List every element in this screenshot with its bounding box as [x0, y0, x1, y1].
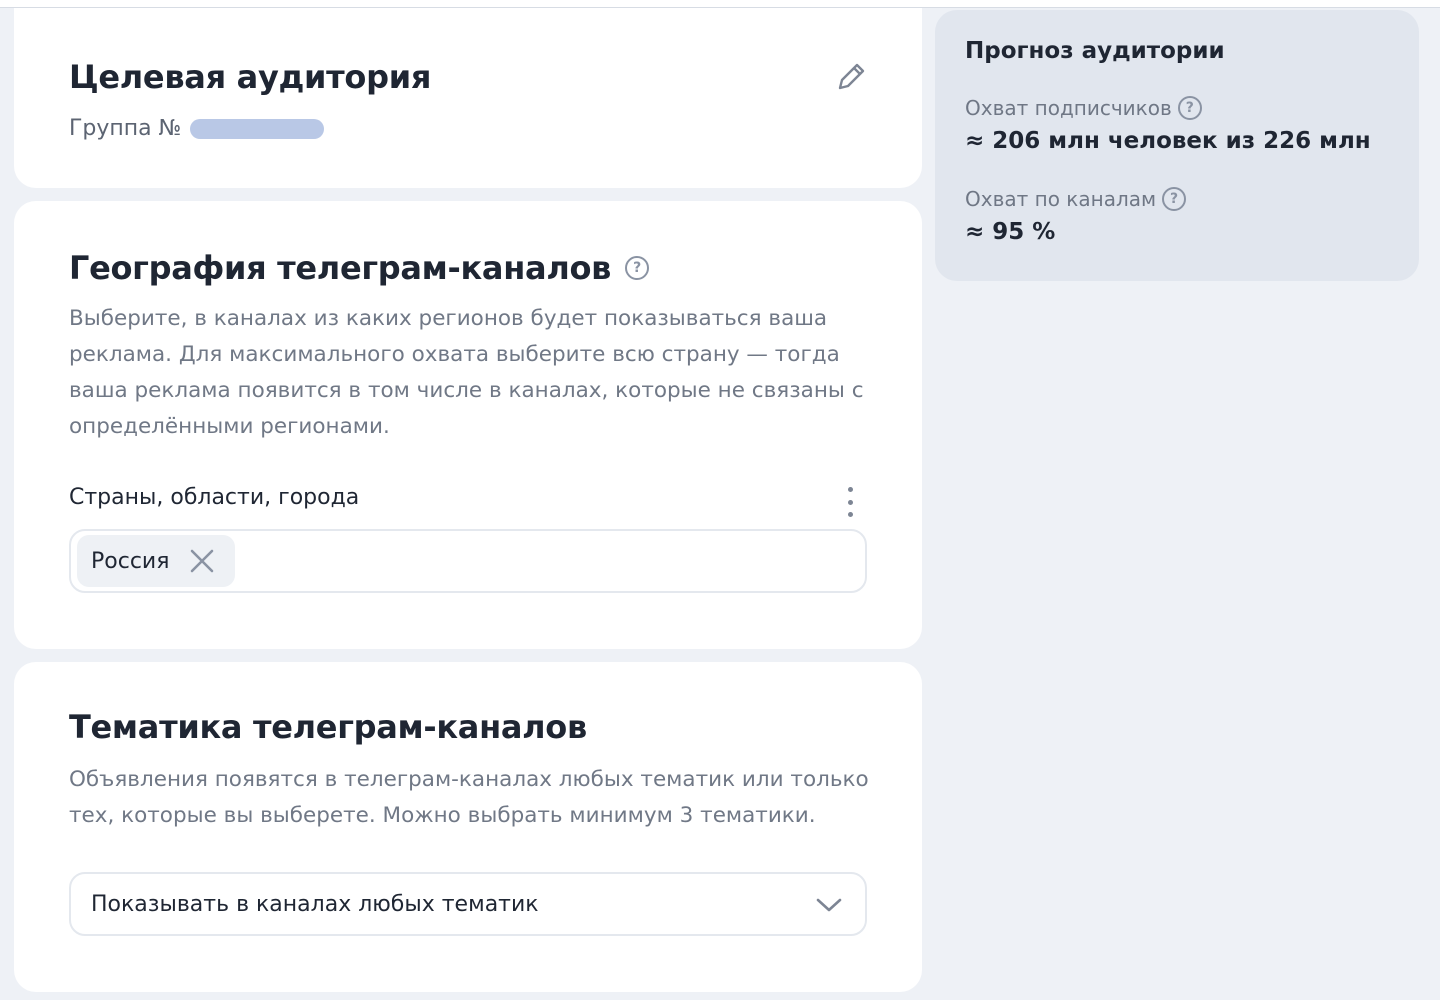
help-icon[interactable]: ? [1162, 187, 1187, 211]
region-chip-russia: Россия [77, 535, 235, 587]
forecast-title: Прогноз аудитории [965, 38, 1225, 64]
audience-title: Целевая аудитория [69, 58, 432, 96]
topics-select-value: Показывать в каналах любых тематик [91, 891, 539, 917]
geography-title: География телеграм-каналов ? [69, 249, 650, 287]
redacted-group-number [189, 118, 324, 139]
subscribers-reach-label-text: Охват подписчиков [965, 96, 1172, 120]
audience-forecast-panel: Прогноз аудитории Охват подписчиков ? ≈ … [935, 10, 1419, 281]
topics-card: Тематика телеграм-каналов Объявления поя… [14, 662, 922, 992]
topics-description: Объявления появятся в телеграм-каналах л… [69, 767, 869, 828]
channels-reach-value: ≈ 95 % [965, 219, 1056, 245]
channels-reach-label-text: Охват по каналам [965, 187, 1157, 211]
help-icon[interactable]: ? [625, 256, 650, 280]
region-chip-label: Россия [91, 548, 170, 574]
window-top-edge [0, 0, 1440, 8]
subscribers-reach-value: ≈ 206 млн человек из 226 млн [965, 128, 1371, 154]
geography-card: География телеграм-каналов ? Выберите, в… [14, 201, 922, 649]
geography-description: Выберите, в каналах из каких регионов бу… [69, 306, 864, 439]
geography-title-text: География телеграм-каналов [69, 249, 612, 287]
pencil-icon[interactable] [834, 60, 868, 94]
help-icon[interactable]: ? [1177, 96, 1202, 120]
subscribers-reach-label: Охват подписчиков ? [965, 96, 1202, 120]
channels-reach-label: Охват по каналам ? [965, 187, 1187, 211]
topics-select[interactable]: Показывать в каналах любых тематик [69, 872, 867, 936]
close-icon[interactable] [189, 548, 215, 574]
regions-field-label: Страны, области, города [69, 485, 360, 510]
topics-title: Тематика телеграм-каналов [69, 708, 587, 746]
target-audience-card: Целевая аудитория Группа № [14, 8, 922, 188]
regions-input[interactable]: Россия [69, 529, 867, 593]
group-number-label: Группа № [69, 116, 182, 141]
kebab-icon[interactable] [840, 485, 860, 519]
chevron-down-icon [816, 898, 842, 912]
group-number-line: Группа № [69, 116, 324, 141]
